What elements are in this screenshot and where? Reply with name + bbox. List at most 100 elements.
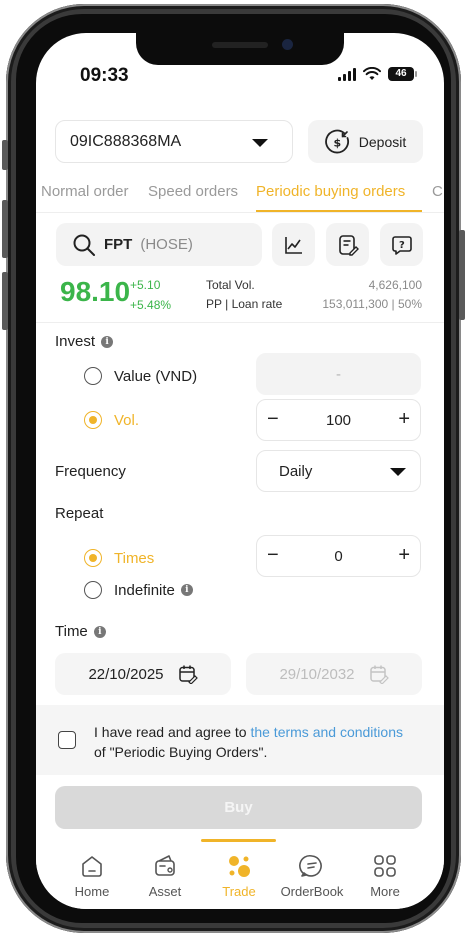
invest-value-option[interactable]: Value (VND): [84, 367, 197, 385]
phone-power-button: [459, 230, 465, 320]
buy-button[interactable]: Buy: [55, 786, 422, 829]
time-section-label: Time i: [55, 623, 106, 640]
nav-orderbook[interactable]: OrderBook: [276, 853, 348, 899]
frequency-select[interactable]: Daily: [256, 450, 421, 492]
nav-trade-label: Trade: [222, 884, 256, 899]
start-date-value: 22/10/2025: [88, 665, 164, 683]
price-change: +5.10: [130, 278, 161, 292]
calendar-edit-icon: [178, 665, 198, 684]
time-label: Time: [55, 623, 88, 640]
volume-stepper: − 100 +: [256, 399, 421, 441]
symbol-search-input[interactable]: FPT (HOSE): [56, 223, 262, 266]
times-label: Times: [114, 549, 155, 567]
purchasing-power-value: 153,011,300 | 50%: [322, 297, 422, 311]
indefinite-label: Indefinite: [114, 581, 175, 599]
end-date-value: 29/10/2032: [279, 665, 355, 683]
times-increment-button[interactable]: +: [398, 544, 410, 566]
active-tab-indicator: [256, 210, 422, 212]
radio-unchecked[interactable]: [84, 581, 102, 599]
info-icon[interactable]: i: [101, 335, 114, 348]
svg-text:?: ?: [399, 240, 405, 251]
svg-text:$: $: [333, 136, 341, 149]
app-screen: 09:33 46 09IC888368MA $ Deposit Normal o…: [36, 33, 444, 909]
terms-link[interactable]: the terms and conditions: [250, 724, 403, 740]
vol-label: Vol.: [114, 411, 140, 429]
nav-home-label: Home: [74, 884, 110, 899]
radio-checked[interactable]: [84, 411, 102, 429]
chevron-down-icon: [390, 468, 406, 476]
chevron-down-icon: [252, 139, 268, 147]
wallet-icon: [155, 855, 175, 876]
frequency-value: Daily: [279, 462, 313, 480]
radio-checked[interactable]: [84, 549, 102, 567]
phone-volume-down: [2, 272, 8, 330]
times-stepper: − 0 +: [256, 535, 421, 577]
status-time: 09:33: [80, 65, 129, 86]
search-exchange: (HOSE): [140, 236, 193, 253]
last-price: 98.10: [60, 276, 131, 307]
tab-periodic-buying-orders[interactable]: Periodic buying orders: [256, 183, 405, 200]
purchasing-power-label: PP | Loan rate: [206, 297, 283, 311]
price-change-percent: +5.48%: [130, 298, 172, 312]
chart-button[interactable]: [272, 223, 315, 266]
orderbook-icon: [299, 854, 322, 877]
nav-more-label: More: [370, 884, 400, 899]
nav-asset[interactable]: Asset: [129, 853, 201, 899]
agree-checkbox[interactable]: [58, 731, 76, 749]
invest-value-input: -: [256, 353, 421, 395]
total-volume-value: 4,626,100: [368, 278, 422, 292]
deposit-icon: $: [324, 129, 349, 153]
battery-icon: 46: [388, 67, 417, 81]
order-notes-button[interactable]: [326, 223, 369, 266]
end-date-picker: 29/10/2032: [246, 653, 422, 695]
nav-more[interactable]: More: [349, 853, 421, 899]
invest-value-placeholder: -: [336, 365, 341, 383]
agreement-suffix: of "Periodic Buying Orders".: [94, 744, 268, 760]
deposit-label: Deposit: [358, 133, 407, 150]
help-chat-icon: ?: [391, 235, 412, 255]
nav-asset-label: Asset: [148, 884, 182, 899]
volume-decrement-button[interactable]: −: [267, 408, 279, 430]
home-icon: [82, 856, 102, 877]
wifi-icon: [363, 67, 381, 80]
speaker-grille: [212, 42, 268, 48]
radio-unchecked[interactable]: [84, 367, 102, 385]
info-icon[interactable]: i: [180, 584, 193, 596]
tab-normal-order[interactable]: Normal order: [41, 183, 129, 200]
times-value[interactable]: 0: [334, 548, 342, 565]
volume-value[interactable]: 100: [326, 412, 351, 429]
nav-trade[interactable]: Trade: [203, 853, 275, 899]
calendar-edit-icon: [369, 665, 389, 684]
agreement-text: I have read and agree to the terms and c…: [94, 722, 424, 762]
deposit-button[interactable]: $ Deposit: [308, 120, 423, 163]
frequency-label: Frequency: [55, 463, 126, 480]
agreement-panel: I have read and agree to the terms and c…: [36, 705, 444, 775]
total-volume-label: Total Vol.: [206, 278, 255, 292]
agreement-prefix: I have read and agree to: [94, 724, 251, 740]
account-id: 09IC888368MA: [70, 132, 182, 150]
start-date-picker[interactable]: 22/10/2025: [55, 653, 231, 695]
volume-increment-button[interactable]: +: [398, 408, 410, 430]
invest-label: Invest: [55, 333, 96, 350]
repeat-times-option[interactable]: Times: [84, 549, 154, 567]
status-icons: 46: [338, 67, 417, 81]
active-nav-indicator: [201, 839, 276, 842]
front-camera: [282, 39, 293, 50]
value-vnd-label: Value (VND): [114, 367, 198, 385]
divider: [36, 322, 444, 323]
repeat-indefinite-option[interactable]: Indefinite i: [84, 581, 193, 599]
bottom-nav: Home Asset Trade OrderBook More: [36, 839, 444, 909]
tab-more-truncated[interactable]: C: [432, 183, 443, 200]
phone-mute-switch: [2, 140, 8, 170]
order-type-tabs: Normal order Speed orders Periodic buyin…: [36, 179, 444, 213]
invest-vol-option[interactable]: Vol.: [84, 411, 139, 429]
trade-icon: [229, 856, 250, 877]
help-button[interactable]: ?: [380, 223, 423, 266]
tab-speed-orders[interactable]: Speed orders: [148, 183, 238, 200]
nav-home[interactable]: Home: [56, 853, 128, 899]
account-select[interactable]: 09IC888368MA: [55, 120, 293, 163]
times-decrement-button[interactable]: −: [267, 544, 279, 566]
info-icon[interactable]: i: [93, 625, 106, 638]
nav-orderbook-label: OrderBook: [280, 884, 344, 899]
cellular-signal-icon: [338, 67, 356, 81]
